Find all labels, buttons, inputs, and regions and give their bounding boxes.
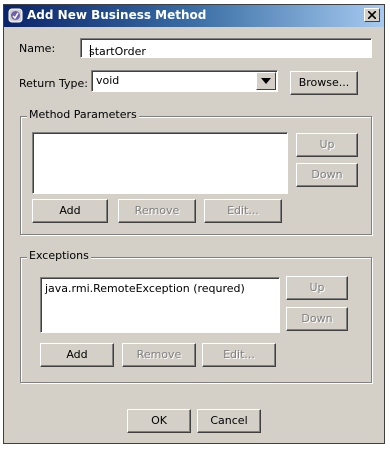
parameters-edit-button[interactable]: Edit... (204, 199, 282, 223)
parameters-down-button[interactable]: Down (296, 163, 358, 187)
exceptions-edit-label: Edit... (223, 348, 255, 361)
ok-button[interactable]: OK (127, 409, 191, 433)
exceptions-up-label: Up (309, 281, 325, 294)
parameters-remove-button[interactable]: Remove (118, 199, 196, 223)
exceptions-list[interactable]: java.rmi.RemoteException (requred) (40, 277, 280, 333)
parameters-add-label: Add (59, 204, 81, 217)
add-business-method-dialog: Add New Business Method Name: startOrder… (3, 4, 385, 444)
browse-button[interactable]: Browse... (290, 71, 358, 95)
chevron-down-icon (261, 78, 271, 84)
exceptions-down-label: Down (301, 312, 333, 325)
exceptions-add-label: Add (66, 348, 88, 361)
parameters-down-label: Down (311, 168, 343, 181)
parameters-edit-label: Edit... (227, 204, 259, 217)
parameters-remove-label: Remove (134, 204, 180, 217)
return-type-label: Return Type: (19, 77, 88, 90)
cancel-label: Cancel (210, 414, 248, 427)
title-bar[interactable]: Add New Business Method (4, 5, 384, 27)
browse-button-label: Browse... (298, 76, 350, 89)
app-icon (8, 8, 23, 23)
name-label: Name: (19, 42, 56, 55)
exceptions-up-button[interactable]: Up (286, 276, 348, 300)
method-parameters-list[interactable] (32, 132, 288, 194)
cancel-button[interactable]: Cancel (197, 409, 261, 433)
return-type-combobox[interactable]: void (91, 70, 278, 92)
exceptions-remove-label: Remove (136, 348, 182, 361)
exception-list-item[interactable]: java.rmi.RemoteException (requred) (45, 282, 245, 295)
name-input[interactable]: startOrder (80, 38, 372, 58)
parameters-up-button[interactable]: Up (296, 133, 358, 157)
close-button[interactable] (364, 8, 380, 22)
parameters-add-button[interactable]: Add (32, 199, 108, 223)
exceptions-title: Exceptions (27, 249, 91, 262)
ok-label: OK (151, 414, 167, 427)
parameters-up-label: Up (319, 138, 335, 151)
return-type-value: void (96, 74, 120, 87)
close-icon (368, 11, 376, 19)
return-type-dropdown-button[interactable] (256, 72, 276, 90)
exceptions-add-button[interactable]: Add (40, 343, 114, 367)
method-parameters-title: Method Parameters (27, 108, 139, 121)
exceptions-down-button[interactable]: Down (286, 307, 348, 331)
exceptions-edit-button[interactable]: Edit... (202, 343, 276, 367)
window-title: Add New Business Method (27, 8, 207, 22)
exceptions-remove-button[interactable]: Remove (122, 343, 196, 367)
